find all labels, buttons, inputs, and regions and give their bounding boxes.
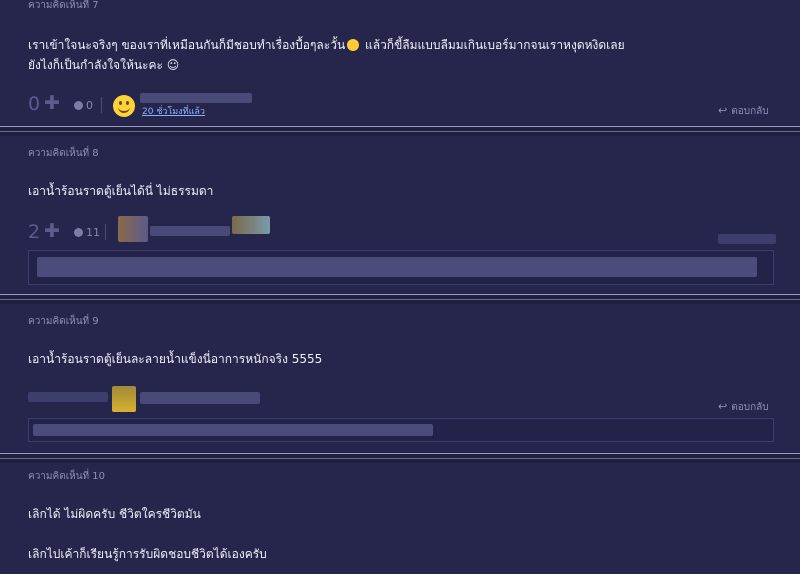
emotion-button[interactable]: 0 — [74, 99, 93, 112]
comment-8: ความคิดเห็นที่ 8 เอาน้ำร้อนราดตู้เย็นได้… — [0, 136, 800, 293]
emotion-button[interactable]: 11 — [74, 226, 100, 239]
emotion-count: 0 — [86, 99, 93, 112]
reply-button[interactable]: ↩ ตอบกลับ — [718, 104, 769, 119]
blurred-badge — [232, 216, 270, 234]
divider — [101, 97, 102, 113]
comment-text-line2: ยังไงก็เป็นกำลังใจให้นะคะ ☺ — [28, 58, 180, 72]
comment-text: เอาน้ำร้อนราดตู้เย็นได้นี่ ไม่ธรรมดา — [28, 184, 214, 198]
plus-icon[interactable]: ✚ — [44, 92, 60, 114]
separator — [0, 458, 800, 459]
smiley-avatar-icon[interactable] — [113, 95, 135, 117]
separator — [0, 294, 800, 295]
comment-label: ความคิดเห็นที่ 10 — [28, 471, 106, 482]
emotion-face-icon — [74, 101, 83, 110]
vote-count: 0 — [28, 93, 41, 115]
comment-text-part: แล้วก็ขี้ลืมแบบลืมมเกินเบอร์มากจนเราหงุด… — [364, 38, 625, 52]
blurred-quote-text — [37, 257, 757, 277]
quoted-reply-box — [28, 418, 774, 442]
blurred-avatar[interactable] — [112, 386, 136, 412]
blurred-reply[interactable] — [718, 234, 776, 244]
comment-7: ความคิดเห็นที่ 7 เราเข้าใจนะจริงๆ ของเรา… — [0, 0, 800, 125]
comment-text-line2: เลิกไปเค้าก็เรียนรู้การรับผิดชอบชีวิตได้… — [28, 547, 267, 561]
reply-button[interactable]: ↩ ตอบกลับ — [718, 400, 769, 415]
emotion-face-icon — [74, 228, 83, 237]
separator — [0, 126, 800, 127]
reply-label: ตอบกลับ — [731, 402, 769, 413]
comment-text-part: เราเข้าใจนะจริงๆ ของเราที่เหมือนกันก็มีช… — [28, 38, 346, 52]
vote-count: 2 — [28, 221, 41, 243]
comment-text: เอาน้ำร้อนราดตู้เย็นละลายน้ำแข็งนี่อาการ… — [28, 352, 323, 366]
comment-label: ความคิดเห็นที่ 7 — [28, 0, 99, 11]
separator — [0, 453, 800, 454]
comment-text-line1: เลิกได้ ไม่ผิดครับ ชีวิตใครชีวิตมัน — [28, 507, 201, 521]
divider — [105, 224, 106, 240]
blurred-username[interactable] — [140, 93, 252, 103]
comment-label: ความคิดเห็นที่ 8 — [28, 148, 99, 159]
comment-text: เราเข้าใจนะจริงๆ ของเราที่เหมือนกันก็มีช… — [28, 36, 625, 55]
timestamp-link[interactable]: 20 ชั่วโมงที่แล้ว — [142, 104, 205, 118]
comment-9: ความคิดเห็นที่ 9 เอาน้ำร้อนราดตู้เย็นละล… — [0, 304, 800, 452]
blurred-quote-text — [33, 424, 433, 436]
separator — [0, 131, 800, 132]
reply-arrow-icon: ↩ — [718, 104, 728, 117]
blurred-avatar[interactable] — [118, 216, 148, 242]
comment-10: ความคิดเห็นที่ 10 เลิกได้ ไม่ผิดครับ ชีว… — [0, 463, 800, 574]
plus-icon[interactable]: ✚ — [44, 220, 60, 242]
quoted-reply-box — [28, 250, 774, 285]
emotion-count: 11 — [86, 226, 100, 239]
blurred-username[interactable] — [140, 392, 260, 404]
reply-arrow-icon: ↩ — [718, 400, 728, 413]
comment-label: ความคิดเห็นที่ 9 — [28, 316, 99, 327]
blurred-username[interactable] — [150, 226, 230, 236]
laughing-emoji-icon — [347, 39, 360, 51]
blurred-user-row — [28, 392, 108, 402]
reply-label: ตอบกลับ — [731, 106, 769, 117]
separator — [0, 299, 800, 300]
